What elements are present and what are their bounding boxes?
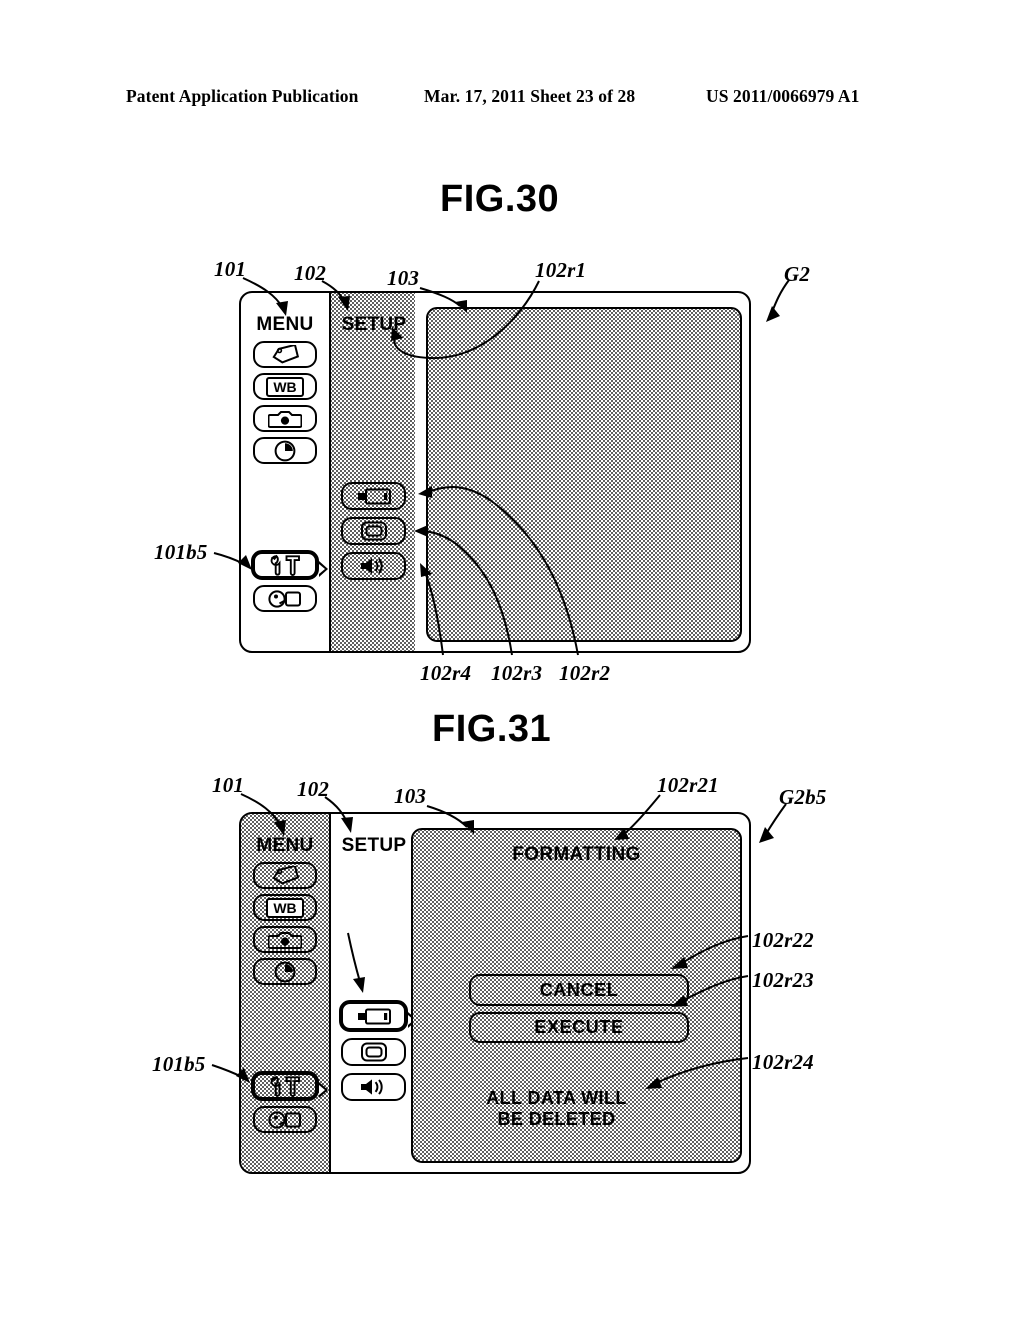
clock-icon	[274, 440, 296, 461]
menu-item-clock[interactable]	[253, 958, 317, 985]
ref-label-101b5-fig31: 101b5	[152, 1052, 206, 1076]
device-screen-G2b5: MENU WB SETUP FORMATTING CANCEL EXECUTE …	[239, 812, 751, 1174]
ref-label-102r24: 102r24	[752, 1050, 814, 1074]
tools-icon	[270, 1075, 300, 1097]
menu-column-fig31: MENU WB	[241, 814, 329, 1172]
menu-selection-arrow	[319, 1082, 328, 1098]
ref-label-G2b5: G2b5	[779, 785, 827, 809]
publication-date-sheet: Mar. 17, 2011 Sheet 23 of 28	[424, 86, 636, 106]
speaker-icon	[360, 558, 383, 574]
camera-icon	[268, 931, 302, 949]
device-screen-G2: MENU WB SETUP	[239, 291, 751, 653]
menu-item-tag[interactable]	[253, 862, 317, 889]
tag-icon	[272, 866, 300, 885]
ref-label-101-fig31: 101	[212, 773, 245, 797]
ref-label-102r4-fig30: 102r4	[420, 661, 472, 685]
ref-label-102r2-fig30: 102r2	[559, 661, 611, 685]
content-region-fig30	[426, 307, 742, 642]
ref-label-103-fig30: 103	[387, 266, 420, 290]
memory-card-icon	[357, 1008, 391, 1024]
menu-item-camera[interactable]	[253, 926, 317, 953]
setup-column-title: SETUP	[341, 314, 407, 335]
ref-label-102r3-fig30: 102r3	[491, 661, 543, 685]
camera-icon	[268, 410, 302, 428]
menu-column-title: MENU	[256, 835, 314, 856]
ref-label-102r1-fig30: 102r1	[535, 258, 587, 282]
menu-item-camera[interactable]	[253, 405, 317, 432]
setup-item-speaker[interactable]	[341, 1073, 406, 1101]
clock-icon	[274, 961, 296, 982]
warning-text: ALL DATA WILL BE DELETED	[486, 1088, 627, 1129]
ref-label-102-fig30: 102	[294, 261, 327, 285]
menu-item-playback[interactable]	[253, 585, 317, 612]
publication-type: Patent Application Publication	[126, 86, 359, 106]
tools-icon	[270, 554, 300, 576]
white-balance-icon: WB	[266, 897, 304, 918]
setup-item-monitor[interactable]	[341, 1038, 406, 1066]
setup-column-fig30: SETUP	[329, 293, 415, 651]
setup-item-memory-card[interactable]	[339, 1000, 417, 1032]
setup-item-memory-card[interactable]	[341, 482, 406, 510]
ref-label-102-fig31: 102	[297, 777, 330, 801]
menu-item-white-balance[interactable]: WB	[253, 894, 317, 921]
playback-icon	[268, 589, 301, 608]
ref-label-102r22: 102r22	[752, 928, 814, 952]
ref-label-103-fig31: 103	[394, 784, 427, 808]
setup-item-speaker[interactable]	[341, 552, 406, 580]
menu-selection-arrow	[319, 561, 328, 577]
menu-item-tag[interactable]	[253, 341, 317, 368]
dialog-title: FORMATTING	[512, 844, 641, 865]
content-region-fig31: FORMATTING CANCEL EXECUTE ALL DATA WILL …	[411, 828, 742, 1163]
menu-column-title: MENU	[256, 314, 314, 335]
speaker-icon	[360, 1079, 383, 1095]
setup-column-fig31: SETUP	[329, 814, 417, 1172]
ref-label-102r23: 102r23	[752, 968, 814, 992]
figure-title-30: FIG.30	[440, 178, 560, 220]
page-header: Patent Application Publication Mar. 17, …	[0, 86, 1024, 112]
monitor-icon	[360, 521, 387, 541]
ref-label-102r21: 102r21	[657, 773, 719, 797]
setup-column-title: SETUP	[341, 835, 407, 856]
playback-icon	[268, 1110, 301, 1129]
memory-card-icon	[357, 488, 391, 504]
tag-icon	[272, 345, 300, 364]
menu-item-clock[interactable]	[253, 437, 317, 464]
ref-label-101b5-fig30: 101b5	[154, 540, 208, 564]
monitor-icon	[360, 1042, 387, 1062]
figure-title-31: FIG.31	[432, 708, 552, 750]
execute-button[interactable]: EXECUTE	[469, 1012, 689, 1043]
menu-item-white-balance[interactable]: WB	[253, 373, 317, 400]
publication-number: US 2011/0066979 A1	[706, 86, 860, 106]
menu-item-playback[interactable]	[253, 1106, 317, 1133]
menu-column-fig30: MENU WB	[241, 293, 329, 651]
ref-label-101-fig30: 101	[214, 257, 247, 281]
cancel-button[interactable]: CANCEL	[469, 974, 689, 1006]
setup-item-monitor[interactable]	[341, 517, 406, 545]
white-balance-icon: WB	[266, 376, 304, 397]
ref-label-G2: G2	[784, 262, 811, 286]
menu-item-tools[interactable]	[251, 550, 328, 580]
menu-item-tools[interactable]	[251, 1071, 328, 1101]
